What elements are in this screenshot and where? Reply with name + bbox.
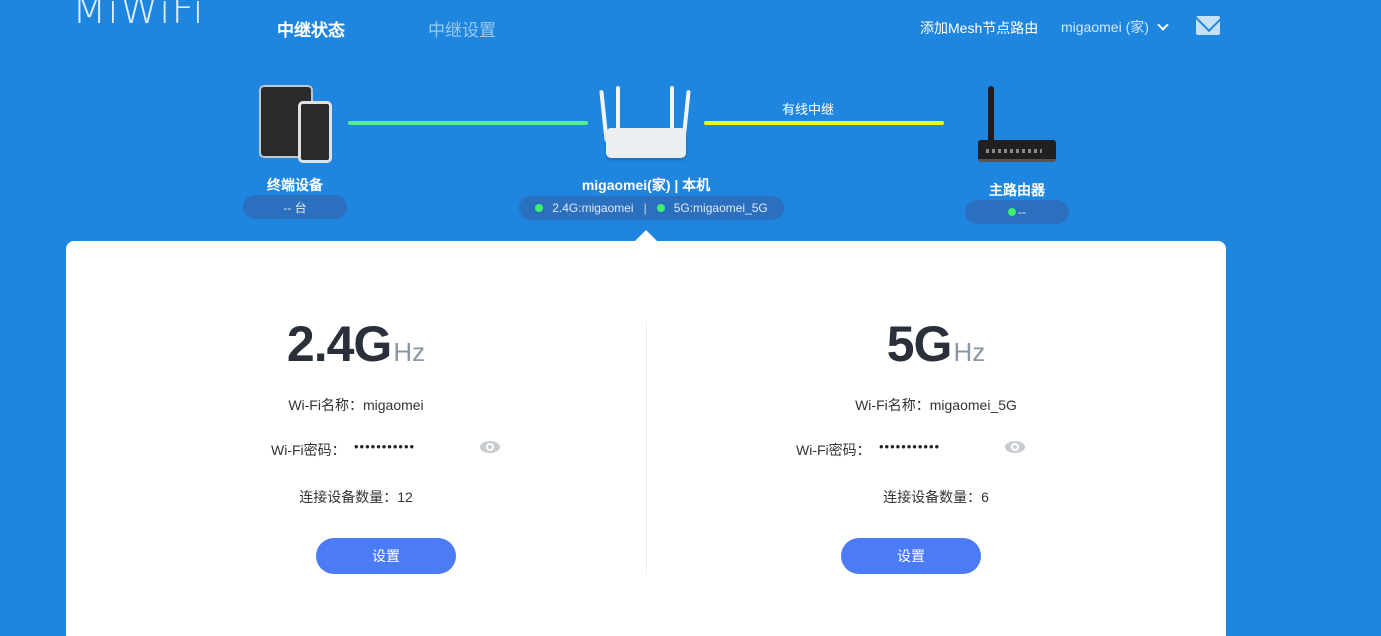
password-value: ••••••••••• [879,439,941,454]
tab-relay-status[interactable]: 中继状态 [277,16,345,41]
router-icon [596,86,696,162]
user-menu[interactable]: migaomei (家) [1061,17,1169,37]
this-router-bands: 2.4G:migaomei | 5G:migaomei_5G [519,196,784,220]
ssid-row: Wi-Fi名称：migaomei [66,395,646,415]
main-router-label: 主路由器 [989,182,1045,198]
ssid-row: Wi-Fi名称：migaomei_5G [646,395,1226,415]
ssid-label: Wi-Fi名称： [288,397,363,413]
band-24-ssid: 2.4G:migaomei [552,201,634,215]
ssid-value: migaomei [362,397,424,413]
settings-button[interactable]: 设置 [841,538,981,574]
device-count-value: 6 [981,489,989,505]
status-dot [656,204,665,212]
tab-relay-settings[interactable]: 中继设置 [428,16,496,41]
eye-icon[interactable] [1005,441,1025,453]
main-router-icon [978,86,1058,162]
ssid-label: Wi-Fi名称： [855,397,930,413]
band-24g-panel: 2.4GHz Wi-Fi名称：migaomei Wi-Fi密码： •••••••… [66,241,646,636]
terminal-devices-label: 终端设备 [267,177,323,193]
ssid-value: migaomei_5G [929,397,1017,413]
device-count-value: 12 [397,489,413,505]
wired-link-line [704,121,944,125]
terminal-count-badge[interactable]: -- 台 [243,195,347,219]
band-unit: Hz [953,337,986,367]
device-count-label: 连接设备数量： [883,489,982,505]
main-router-status[interactable]: -- [965,200,1069,224]
mail-icon[interactable] [1196,16,1220,35]
band-title: 5GHz [646,315,1226,373]
client-link-line [348,121,588,125]
band-title: 2.4GHz [66,315,646,373]
password-label: Wi-Fi密码： [796,442,871,458]
band-frequency: 2.4G [286,316,392,372]
password-value: ••••••••••• [354,439,416,454]
status-dot [1008,208,1016,216]
band-unit: Hz [393,337,426,367]
device-count-row: 连接设备数量：12 [66,487,646,507]
user-name: migaomei (家) [1061,19,1149,35]
miwifi-logo: MiWiFi [72,0,205,33]
add-mesh-node-link[interactable]: 添加Mesh节点路由 [920,18,1038,38]
wired-relay-label: 有线中继 [782,102,835,117]
phone-icon [298,101,332,163]
settings-button[interactable]: 设置 [316,538,456,574]
device-count-label: 连接设备数量： [299,489,398,505]
band-frequency: 5G [886,316,953,372]
separator: | [643,201,647,215]
eye-icon[interactable] [480,441,500,453]
status-dot [535,204,544,212]
device-count-row: 连接设备数量：6 [646,487,1226,507]
password-label: Wi-Fi密码： [271,442,346,458]
chevron-down-icon [1157,19,1169,31]
band-5g-panel: 5GHz Wi-Fi名称：migaomei_5G Wi-Fi密码： ••••••… [646,241,1226,636]
main-router-status-text: -- [1018,205,1026,219]
band-5-ssid: 5G:migaomei_5G [673,201,768,215]
wifi-info-card: 2.4GHz Wi-Fi名称：migaomei Wi-Fi密码： •••••••… [66,241,1226,636]
this-router-label: migaomei(家) | 本机 [581,177,711,193]
